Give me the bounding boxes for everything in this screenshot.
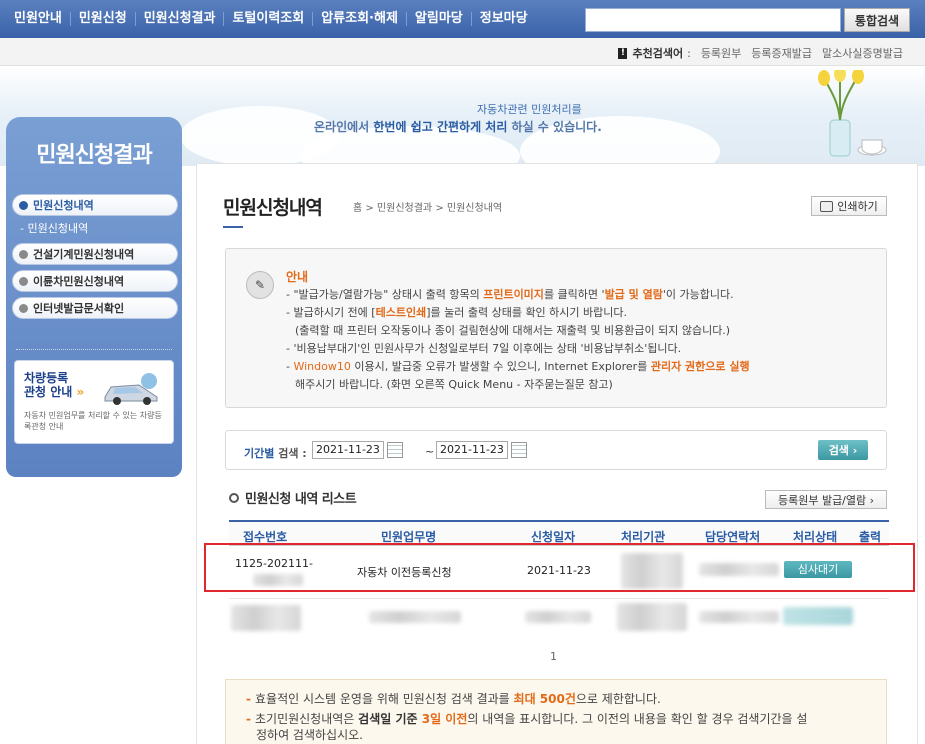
bullet-icon: [19, 276, 28, 286]
sidebar-divider: [16, 349, 172, 350]
banner-line-1: 자동차관련 민원처리를: [477, 103, 582, 116]
calendar-icon[interactable]: [511, 442, 527, 458]
print-button[interactable]: 인쇄하기: [811, 196, 887, 216]
sidebar-subitem-apply-history[interactable]: - 민원신청내역: [12, 221, 178, 243]
recommended-label: 추천검색어: [632, 47, 684, 60]
sidebar-item-construction[interactable]: 건설기계민원신청내역: [12, 243, 178, 265]
sidebar-item-apply-history[interactable]: 민원신청내역: [12, 194, 178, 216]
main-content: 민원신청내역 홈 > 민원신청결과 > 민원신청내역 인쇄하기 ✎ 안내 - "…: [196, 163, 918, 744]
exclamation-icon: !: [618, 47, 628, 59]
bottom-notice: - 효율적인 시스템 운영을 위해 민원신청 검색 결과를 최대 500건으로 제…: [225, 679, 887, 744]
printer-icon: [820, 200, 834, 212]
highlight-box: [204, 543, 915, 592]
notice-pencil-icon: ✎: [246, 271, 274, 299]
recommended-search-bar: ! 추천검색어 : 등록원부 등록증재발급 말소사실증명발급: [0, 38, 925, 66]
recommended-link-deregister[interactable]: 말소사실증명발급: [822, 45, 903, 61]
page-title: 민원신청내역: [223, 197, 323, 219]
notice-line: (출력할 때 프린터 오작동이나 종이 걸림현상에 대해서는 재출력 및 비용환…: [295, 324, 731, 337]
list-title: 민원신청 내역 리스트: [229, 488, 357, 507]
nav-item-notice[interactable]: 알림마당: [407, 12, 472, 26]
sidebar-item-label: 인터넷발급문서확인: [33, 302, 125, 315]
registration-office-promo[interactable]: 차량등록 관청 안내 » 자동차 민원업무를 처리할 수 있는 차량등록관청 안내: [14, 360, 174, 444]
redacted-cell: [783, 607, 853, 625]
nav-item-civil-guide[interactable]: 민원안내: [6, 12, 71, 26]
nav-item-seizure[interactable]: 압류조회·해제: [313, 12, 407, 26]
bullet-icon: [19, 303, 28, 313]
car-icon: [104, 373, 158, 405]
notice-line: 해주시기 바랍니다. (화면 오른쪽 Quick Menu - 자주묻는질문 참…: [295, 378, 613, 391]
bottom-note-line: - 효율적인 시스템 운영을 위해 민원신청 검색 결과를 최대 500건으로 제…: [246, 692, 661, 706]
nav-item-civil-apply[interactable]: 민원신청: [71, 12, 136, 26]
promo-description: 자동차 민원업무를 처리할 수 있는 차량등록관청 안내: [24, 411, 162, 431]
bullet-icon: [19, 200, 28, 210]
redacted-cell: [617, 603, 687, 631]
notice-line: - Window10 이용시, 발급중 오류가 발생할 수 있으니, Inter…: [286, 360, 750, 373]
notice-lines: - "발급가능/열람가능" 상태시 출력 항목의 프린트이미지를 클릭하면 '발…: [286, 286, 881, 394]
recommended-link-register[interactable]: 등록원부: [701, 45, 741, 61]
promo-title: 차량등록 관청 안내 »: [24, 371, 85, 399]
date-from-input[interactable]: 2021-11-23: [312, 441, 384, 459]
title-underline: [223, 226, 243, 228]
period-search: 기간별 검색 : 2021-11-23 ~ 2021-11-23 검색 ›: [225, 430, 887, 470]
top-navigation: 민원안내 민원신청 민원신청결과 토털이력조회 압류조회·해제 알림마당 정보마…: [0, 0, 925, 38]
search-input[interactable]: [585, 8, 841, 32]
redacted-cell: [231, 605, 301, 631]
redacted-cell: [699, 611, 779, 623]
calendar-icon[interactable]: [387, 442, 403, 458]
banner-line-2: 온라인에서 한번에 쉽고 간편하게 처리 하실 수 있습니다.: [314, 120, 602, 134]
recommended-link-reissue[interactable]: 등록증재발급: [751, 45, 812, 61]
table-row-redacted: [229, 601, 889, 631]
nav-item-history[interactable]: 토털이력조회: [224, 12, 314, 26]
notice-line: - '비용납부대기'인 민원사무가 신청일로부터 7일 이후에는 상태 '비용납…: [286, 342, 682, 355]
notice-title: 안내: [286, 270, 309, 284]
notice-line: - "발급가능/열람가능" 상태시 출력 항목의 프린트이미지를 클릭하면 '발…: [286, 288, 734, 301]
notice-box: ✎ 안내 - "발급가능/열람가능" 상태시 출력 항목의 프린트이미지를 클릭…: [225, 248, 887, 408]
nav-item-apply-result[interactable]: 민원신청결과: [136, 12, 225, 26]
breadcrumb: 홈 > 민원신청결과 > 민원신청내역: [353, 203, 503, 214]
sidebar-title: 민원신청결과: [36, 143, 152, 168]
bottom-note-line: - 초기민원신청내역은 검색일 기준 3일 이전의 내역을 표시합니다. 그 이전…: [246, 712, 808, 726]
nav-item-info[interactable]: 정보마당: [472, 12, 536, 26]
recommended-search: ! 추천검색어 : 등록원부 등록증재발급 말소사실증명발급: [618, 45, 903, 61]
sidebar-item-label: 민원신청내역: [33, 199, 94, 212]
bullet-icon: [19, 249, 28, 259]
pagination-page-1[interactable]: 1: [550, 650, 557, 663]
sidebar-item-motorcycle[interactable]: 이륜차민원신청내역: [12, 270, 178, 292]
sidebar-menu: 민원신청내역 - 민원신청내역 건설기계민원신청내역 이륜차민원신청내역 인터넷…: [12, 194, 178, 324]
integrated-search-button[interactable]: 통합검색: [844, 8, 910, 32]
range-separator: ~: [425, 445, 435, 458]
period-search-button[interactable]: 검색 ›: [818, 440, 868, 460]
redacted-cell: [525, 611, 591, 623]
notice-line: - 발급하시기 전에 [테스트인쇄]를 눌러 출력 상태를 확인 하시기 바랍니…: [286, 306, 628, 319]
period-label: 기간별 검색 :: [244, 447, 307, 460]
sidebar: 민원신청결과 민원신청내역 - 민원신청내역 건설기계민원신청내역 이륜차민원신…: [6, 117, 182, 477]
ring-bullet-icon: [229, 492, 239, 503]
bottom-note-line: 정하여 검색하십시오.: [256, 728, 363, 742]
register-issue-button[interactable]: 등록원부 발급/열람 ›: [765, 490, 887, 509]
redacted-cell: [369, 611, 461, 623]
sidebar-item-document-verify[interactable]: 인터넷발급문서확인: [12, 297, 178, 319]
flower-book-illustration: [818, 70, 887, 157]
sidebar-item-label: 이륜차민원신청내역: [33, 275, 125, 288]
date-to-input[interactable]: 2021-11-23: [436, 441, 508, 459]
sidebar-item-label: 건설기계민원신청내역: [33, 248, 135, 261]
